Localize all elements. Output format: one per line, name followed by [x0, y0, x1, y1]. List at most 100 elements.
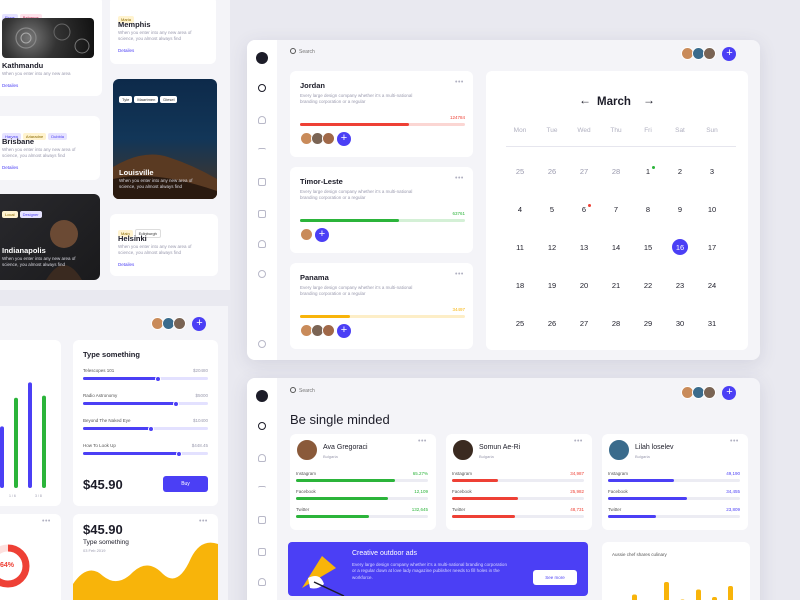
- place-details-link[interactable]: Detailes: [118, 262, 134, 267]
- calendar-day[interactable]: 14: [604, 243, 628, 252]
- place-card-kathmandu[interactable]: FingsBehance Kathmandu When you enter in…: [0, 0, 102, 96]
- place-card-helsinki[interactable]: Main Edinburgh Helsinki When you enter in…: [110, 214, 218, 276]
- activity-icon[interactable]: [258, 486, 266, 494]
- search-input[interactable]: [299, 385, 449, 396]
- calendar-day[interactable]: 7: [604, 205, 628, 214]
- logo-icon[interactable]: [256, 52, 268, 64]
- project-value: 34497: [452, 307, 465, 312]
- user-icon[interactable]: [258, 422, 266, 430]
- stat-label: Facebook: [296, 489, 316, 494]
- see-more-button[interactable]: See more: [533, 570, 577, 585]
- calendar-day[interactable]: 25: [508, 167, 532, 176]
- next-month-button[interactable]: →: [643, 93, 655, 107]
- calendar-day[interactable]: 8: [636, 205, 660, 214]
- more-options-icon[interactable]: •••: [730, 438, 739, 445]
- avatar[interactable]: [322, 324, 335, 337]
- cloud-icon[interactable]: [258, 116, 266, 124]
- calendar-day[interactable]: 18: [508, 281, 532, 290]
- add-member-button[interactable]: +: [337, 132, 351, 146]
- slider-handle[interactable]: [172, 400, 179, 407]
- add-member-button[interactable]: +: [192, 317, 207, 331]
- avatar[interactable]: [322, 132, 335, 145]
- avatar[interactable]: [703, 386, 716, 399]
- calendar-day[interactable]: 10: [700, 205, 724, 214]
- clock-icon[interactable]: [258, 270, 266, 278]
- calendar-day[interactable]: 22: [636, 281, 660, 290]
- place-details-link[interactable]: Detailes: [2, 165, 18, 170]
- avatar[interactable]: [173, 317, 186, 330]
- calendar-day[interactable]: 30: [668, 319, 692, 328]
- calendar-day[interactable]: 21: [604, 281, 628, 290]
- activity-icon[interactable]: [258, 148, 266, 156]
- calendar-day[interactable]: 3: [700, 167, 724, 176]
- project-members: +: [300, 228, 329, 246]
- more-options-icon[interactable]: •••: [574, 438, 583, 445]
- calendar-day[interactable]: 17: [700, 243, 724, 252]
- calendar-day[interactable]: 23: [668, 281, 692, 290]
- calendar-day[interactable]: 11: [508, 243, 532, 252]
- projects-window: + Jordan ••• Every large design company wh…: [247, 40, 760, 360]
- more-options-icon[interactable]: •••: [455, 175, 464, 182]
- calendar-day[interactable]: 25: [508, 319, 532, 328]
- add-member-button[interactable]: +: [722, 386, 737, 400]
- user-icon[interactable]: [258, 84, 266, 92]
- calendar-icon[interactable]: [258, 548, 266, 556]
- calendar-day[interactable]: 15: [636, 243, 660, 252]
- cloud-icon[interactable]: [258, 454, 266, 462]
- profile-card[interactable]: Lilah loselev Bulgaria ••• Instagram 49,190 F…: [602, 434, 748, 530]
- image-icon[interactable]: [258, 178, 266, 186]
- project-members: +: [300, 324, 351, 342]
- calendar-day[interactable]: 26: [540, 167, 564, 176]
- calendar-day[interactable]: 16: [668, 243, 692, 252]
- place-card-indianapolis[interactable]: Local Designer Indianapolis When you ente…: [0, 194, 100, 280]
- settings-icon[interactable]: [258, 340, 266, 348]
- image-icon[interactable]: [258, 516, 266, 524]
- calendar-day[interactable]: 12: [540, 243, 564, 252]
- logo-icon[interactable]: [256, 390, 268, 402]
- bell-icon[interactable]: [258, 578, 266, 586]
- calendar-day[interactable]: 27: [572, 319, 596, 328]
- profile-card[interactable]: Somun Ae-Ri Bulgaria ••• Instagram 34,987 Fac…: [446, 434, 592, 530]
- place-details-link[interactable]: Detailes: [2, 83, 18, 88]
- project-card[interactable]: Jordan ••• Every large design company whet…: [290, 71, 473, 157]
- add-member-button[interactable]: +: [315, 228, 329, 242]
- place-card-memphis[interactable]: Maria Memphis When you enter into any ne…: [110, 0, 216, 64]
- calendar-day[interactable]: 27: [572, 167, 596, 176]
- slider-handle[interactable]: [176, 450, 183, 457]
- calendar-day[interactable]: 1: [636, 167, 660, 176]
- calendar-day[interactable]: 5: [540, 205, 564, 214]
- calendar-day[interactable]: 31: [700, 319, 724, 328]
- slider-handle[interactable]: [155, 375, 161, 382]
- buy-button[interactable]: Buy: [163, 476, 208, 492]
- more-options-icon[interactable]: •••: [455, 79, 464, 86]
- calendar-day[interactable]: 28: [604, 319, 628, 328]
- prev-month-button[interactable]: ←: [579, 93, 591, 107]
- calendar-day[interactable]: 28: [604, 167, 628, 176]
- calendar-day[interactable]: 2: [668, 167, 692, 176]
- project-card[interactable]: Timor-Leste ••• Every large design company…: [290, 167, 473, 253]
- avatar[interactable]: [300, 228, 313, 241]
- more-options-icon[interactable]: •••: [455, 271, 464, 278]
- calendar-day[interactable]: 19: [540, 281, 564, 290]
- calendar-day[interactable]: 13: [572, 243, 596, 252]
- calendar-icon[interactable]: [258, 210, 266, 218]
- calendar-day[interactable]: 9: [668, 205, 692, 214]
- avatar[interactable]: [703, 47, 716, 60]
- project-card[interactable]: Panama ••• Every large design company whet…: [290, 263, 473, 349]
- more-options-icon[interactable]: •••: [418, 438, 427, 445]
- search-input[interactable]: [299, 46, 449, 57]
- calendar-day[interactable]: 6: [572, 205, 596, 214]
- calendar-day[interactable]: 20: [572, 281, 596, 290]
- calendar-day[interactable]: 29: [636, 319, 660, 328]
- place-card-brisbane[interactable]: Harvea Ariaradne Dubbla Brisbane When you …: [0, 116, 100, 180]
- place-card-louisville[interactable]: Tyle Maartmen Diesel Louisville When you e…: [113, 79, 217, 199]
- calendar-day[interactable]: 24: [700, 281, 724, 290]
- add-member-button[interactable]: +: [337, 324, 351, 338]
- bell-icon[interactable]: [258, 240, 266, 248]
- add-member-button[interactable]: +: [722, 47, 737, 61]
- calendar-day[interactable]: 26: [540, 319, 564, 328]
- place-details-link[interactable]: Detailes: [118, 48, 134, 53]
- slider-handle[interactable]: [147, 425, 154, 432]
- profile-card[interactable]: Ava Gregoraci Bulgaria ••• Instagram 65.27% F…: [290, 434, 436, 530]
- calendar-day[interactable]: 4: [508, 205, 532, 214]
